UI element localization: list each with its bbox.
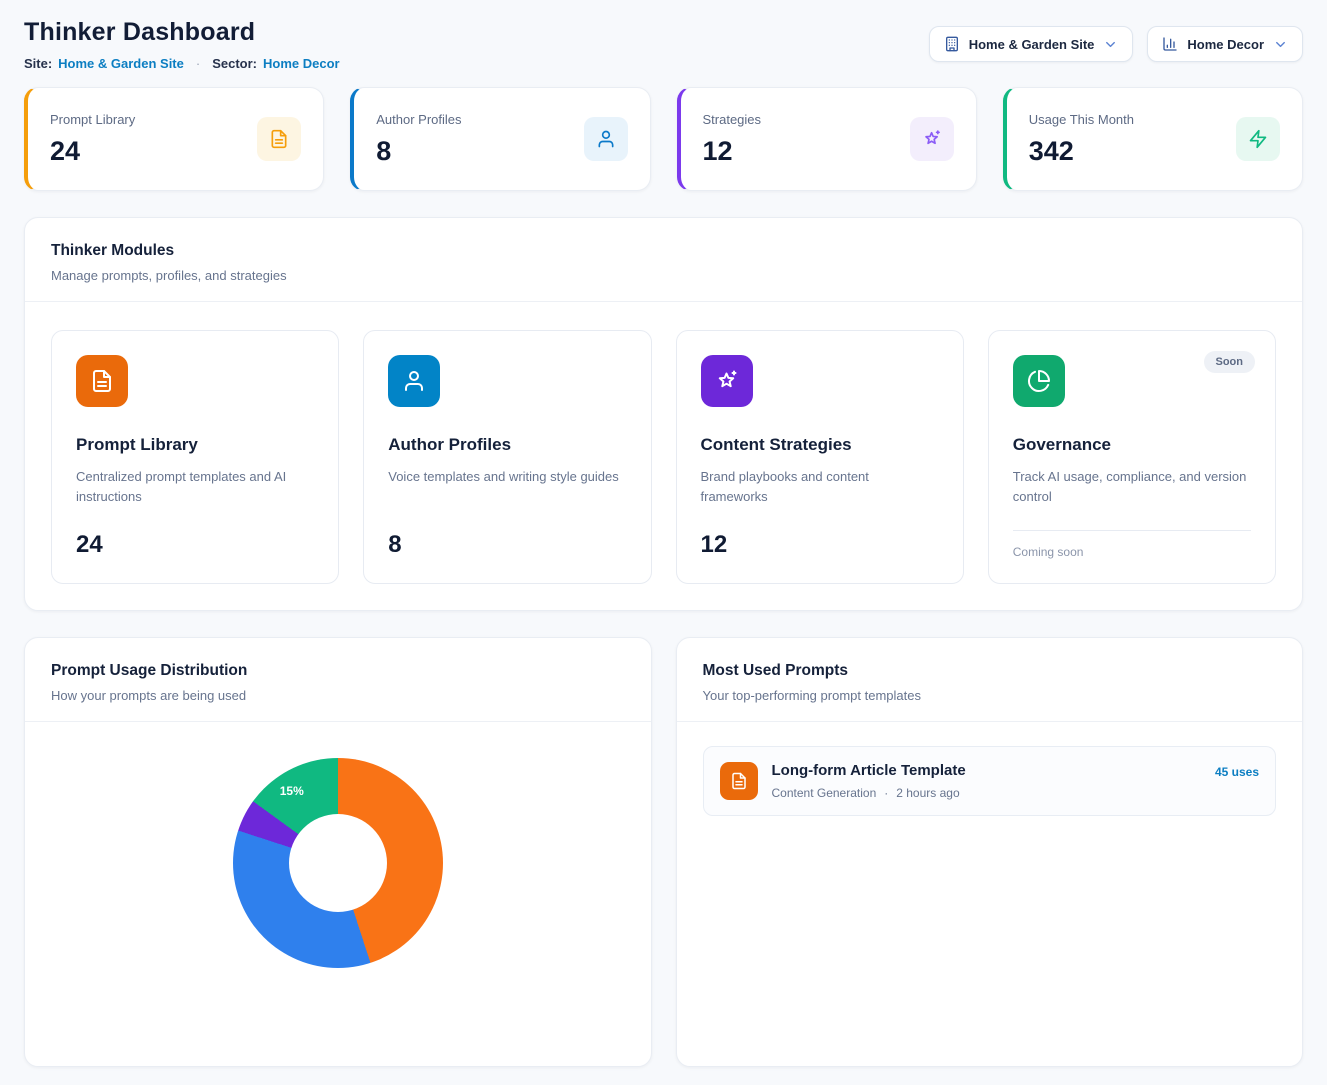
stat-info: Author Profiles 8 [376,112,461,167]
module-card-governance[interactable]: Soon Governance Track AI usage, complian… [988,330,1276,584]
prompt-meta: Long-form Article Template Content Gener… [772,762,966,800]
pie-chart-icon [1013,355,1065,407]
prompt-list-item[interactable]: Long-form Article Template Content Gener… [703,746,1277,816]
module-title: Content Strategies [701,435,939,455]
module-description: Brand playbooks and content frameworks [701,467,939,507]
sector-selector-label: Home Decor [1187,37,1264,52]
stat-card-usage-this-month: Usage This Month 342 [1003,87,1303,191]
prompt-category: Content Generation [772,786,877,800]
file-text-icon [76,355,128,407]
modules-grid: Prompt Library Centralized prompt templa… [25,302,1302,610]
usage-chart-area: 15% [25,722,651,1062]
stat-card-author-profiles: Author Profiles 8 [350,87,650,191]
donut-segment-label: 15% [280,784,304,798]
stat-label: Prompt Library [50,112,135,127]
module-title: Author Profiles [388,435,626,455]
prompt-subtext: Content Generation · 2 hours ago [772,786,966,800]
page-title: Thinker Dashboard [24,18,340,47]
module-count: 24 [76,531,314,559]
module-card-prompt-library[interactable]: Prompt Library Centralized prompt templa… [51,330,339,584]
modules-section-header: Thinker Modules Manage prompts, profiles… [25,218,1302,302]
usage-card-header: Prompt Usage Distribution How your promp… [25,638,651,722]
thinker-modules-section: Thinker Modules Manage prompts, profiles… [24,217,1303,611]
stat-info: Strategies 12 [703,112,762,167]
stat-card-prompt-library: Prompt Library 24 [24,87,324,191]
dashboard-page: Thinker Dashboard Site: Home & Garden Si… [0,0,1327,1085]
modules-subtitle: Manage prompts, profiles, and strategies [51,268,1276,283]
page-header: Thinker Dashboard Site: Home & Garden Si… [24,18,1303,71]
coming-soon-note: Coming soon [1013,530,1251,559]
prompt-time: 2 hours ago [896,786,959,800]
prompt-separator: · [884,786,888,800]
stat-label: Author Profiles [376,112,461,127]
file-text-icon [720,762,758,800]
building-icon [944,36,960,52]
stats-row: Prompt Library 24 Author Profiles 8 Stra… [24,87,1303,191]
usage-donut: 15% [233,758,443,968]
topbar-actions: Home & Garden Site Home Decor [929,18,1303,62]
stat-label: Usage This Month [1029,112,1134,127]
prompt-list: Long-form Article Template Content Gener… [677,722,1303,840]
sector-label: Sector: [212,56,257,71]
stat-card-strategies: Strategies 12 [677,87,977,191]
bottom-row: Prompt Usage Distribution How your promp… [24,637,1303,1067]
sector-link[interactable]: Home Decor [263,56,340,71]
module-count: 12 [701,531,939,559]
breadcrumb-separator: · [196,56,200,71]
module-card-content-strategies[interactable]: Content Strategies Brand playbooks and c… [676,330,964,584]
stat-info: Prompt Library 24 [50,112,135,167]
prompt-title: Long-form Article Template [772,762,966,779]
module-description: Voice templates and writing style guides [388,467,626,487]
prompt-uses-badge: 45 uses [1215,762,1259,779]
module-title: Governance [1013,435,1251,455]
stat-value: 8 [376,136,461,167]
chevron-down-icon [1103,37,1118,52]
magic-star-icon [701,355,753,407]
module-count: 8 [388,531,626,559]
soon-badge: Soon [1204,351,1256,373]
user-icon [584,117,628,161]
breadcrumb: Site: Home & Garden Site · Sector: Home … [24,56,340,71]
site-selector-label: Home & Garden Site [969,37,1095,52]
prompts-card-subtitle: Your top-performing prompt templates [703,688,1277,703]
site-selector-dropdown[interactable]: Home & Garden Site [929,26,1134,62]
stat-value: 12 [703,136,762,167]
module-description: Centralized prompt templates and AI inst… [76,467,314,507]
magic-star-icon [910,117,954,161]
bar-chart-icon [1162,36,1178,52]
stat-value: 342 [1029,136,1134,167]
most-used-prompts-card: Most Used Prompts Your top-performing pr… [676,637,1304,1067]
usage-card-subtitle: How your prompts are being used [51,688,625,703]
chevron-down-icon [1273,37,1288,52]
usage-card-title: Prompt Usage Distribution [51,662,625,680]
sector-selector-dropdown[interactable]: Home Decor [1147,26,1303,62]
usage-distribution-card: Prompt Usage Distribution How your promp… [24,637,652,1067]
lightning-icon [1236,117,1280,161]
site-label: Site: [24,56,52,71]
site-link[interactable]: Home & Garden Site [58,56,184,71]
user-icon [388,355,440,407]
prompts-card-header: Most Used Prompts Your top-performing pr… [677,638,1303,722]
module-description: Track AI usage, compliance, and version … [1013,467,1251,507]
stat-info: Usage This Month 342 [1029,112,1134,167]
file-text-icon [257,117,301,161]
stat-label: Strategies [703,112,762,127]
prompts-card-title: Most Used Prompts [703,662,1277,680]
stat-value: 24 [50,136,135,167]
module-card-author-profiles[interactable]: Author Profiles Voice templates and writ… [363,330,651,584]
module-title: Prompt Library [76,435,314,455]
modules-title: Thinker Modules [51,242,1276,260]
title-block: Thinker Dashboard Site: Home & Garden Si… [24,18,340,71]
